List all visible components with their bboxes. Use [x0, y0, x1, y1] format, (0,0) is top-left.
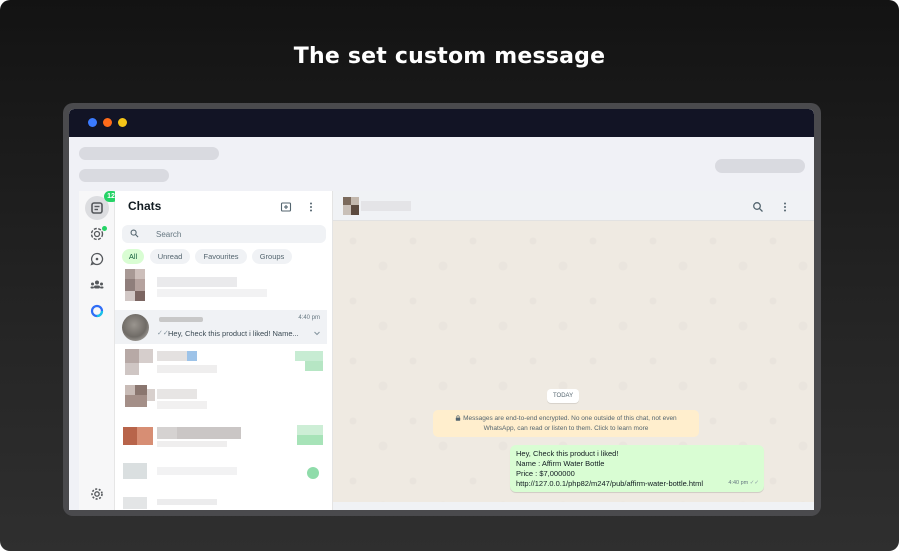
- redacted-chat-row[interactable]: [115, 385, 327, 417]
- encryption-notice[interactable]: Messages are end-to-end encrypted. No on…: [433, 410, 699, 437]
- chat-row-preview: Hey, Check this product i liked! Name...: [168, 329, 299, 338]
- new-chat-icon: [280, 202, 292, 212]
- window-titlebar: [69, 109, 814, 137]
- window-dot-blue[interactable]: [88, 118, 97, 127]
- composer-bar[interactable]: [333, 502, 814, 510]
- new-chat-button[interactable]: [280, 200, 292, 212]
- rail-chats-button[interactable]: 12: [85, 191, 118, 220]
- message-line: Price : $7,000000: [516, 469, 575, 478]
- nav-rail: 12: [79, 191, 118, 510]
- redacted-contact-header[interactable]: [343, 197, 413, 217]
- read-ticks-icon: ✓✓: [749, 480, 759, 486]
- gear-icon: [91, 488, 103, 500]
- conversation-panel: TODAY Messages are end-to-end encrypted.…: [333, 191, 814, 510]
- chat-list-panel: Chats All Unread Favourites: [115, 191, 333, 510]
- message-line: Name : Affirm Water Bottle: [516, 459, 605, 468]
- blurred-address-bar: [79, 147, 219, 160]
- rail-communities-button[interactable]: [88, 276, 106, 294]
- filter-chip-favourites[interactable]: Favourites: [195, 249, 247, 264]
- search-icon: [130, 229, 139, 238]
- browser-window: 12 Chats Search All Unread Favourites Gr…: [69, 109, 814, 510]
- chat-row-time: 4:40 pm: [298, 315, 320, 321]
- filter-chip-unread[interactable]: Unread: [150, 249, 190, 264]
- device-frame: 12 Chats Search All Unread Favourites Gr…: [63, 103, 821, 516]
- contact-avatar[interactable]: [122, 314, 149, 341]
- blurred-tab: [79, 169, 169, 182]
- redacted-chat-row[interactable]: [115, 461, 327, 487]
- conversation-menu-button[interactable]: [779, 200, 791, 212]
- conversation-search-button[interactable]: [752, 200, 764, 212]
- redacted-chat-row[interactable]: [115, 349, 327, 379]
- communities-icon: [90, 280, 104, 289]
- kebab-menu-icon: [784, 202, 786, 212]
- conversation-header: [333, 191, 814, 221]
- window-dot-yellow[interactable]: [118, 118, 127, 127]
- message-meta: 4:40 pm ✓✓: [728, 478, 759, 488]
- redacted-chat-row[interactable]: [115, 269, 327, 305]
- rail-settings-button[interactable]: [88, 485, 106, 503]
- message-line: Hey, Check this product i liked!: [516, 449, 619, 458]
- encryption-notice-text: Messages are end-to-end encrypted. No on…: [463, 415, 677, 432]
- chevron-down-icon[interactable]: [313, 329, 321, 337]
- headline: The set custom message: [293, 44, 606, 69]
- rail-status-button[interactable]: [88, 225, 107, 243]
- lock-icon: [456, 415, 461, 421]
- search-icon: [753, 202, 763, 212]
- message-time: 4:40 pm: [728, 480, 749, 486]
- status-new-dot: [102, 226, 107, 231]
- filter-chip-all[interactable]: All: [122, 249, 144, 264]
- filter-chip-groups[interactable]: Groups: [252, 249, 292, 264]
- date-chip: TODAY: [547, 389, 580, 403]
- search-input[interactable]: [156, 227, 316, 241]
- kebab-menu-icon: [310, 202, 312, 212]
- blurred-toolbar-button: [715, 159, 805, 173]
- whatsapp-app: 12 Chats Search All Unread Favourites Gr…: [79, 191, 814, 510]
- chats-title: Chats: [128, 199, 162, 213]
- promo-canvas: The set custom message 12 Chats Search A…: [0, 0, 899, 551]
- channels-icon: [90, 252, 104, 266]
- meta-ai-icon: [90, 304, 104, 318]
- selected-chat-row[interactable]: 4:40 pm ✓✓ Hey, Check this product i lik…: [115, 310, 327, 344]
- contact-name-redacted: [159, 317, 203, 322]
- rail-meta-ai-button[interactable]: [88, 302, 106, 320]
- chat-list-menu-button[interactable]: [305, 200, 317, 212]
- read-ticks-icon: ✓✓: [157, 330, 169, 337]
- outgoing-message-bubble[interactable]: Hey, Check this product i liked! Name : …: [510, 445, 764, 492]
- redacted-chat-row[interactable]: [115, 423, 327, 455]
- search-box[interactable]: [122, 225, 326, 243]
- window-dot-orange[interactable]: [103, 118, 112, 127]
- message-link[interactable]: http://127.0.0.1/php82/m247/pub/affirm-w…: [516, 479, 758, 489]
- rail-channels-button[interactable]: [88, 250, 106, 268]
- redacted-chat-row[interactable]: [115, 495, 327, 510]
